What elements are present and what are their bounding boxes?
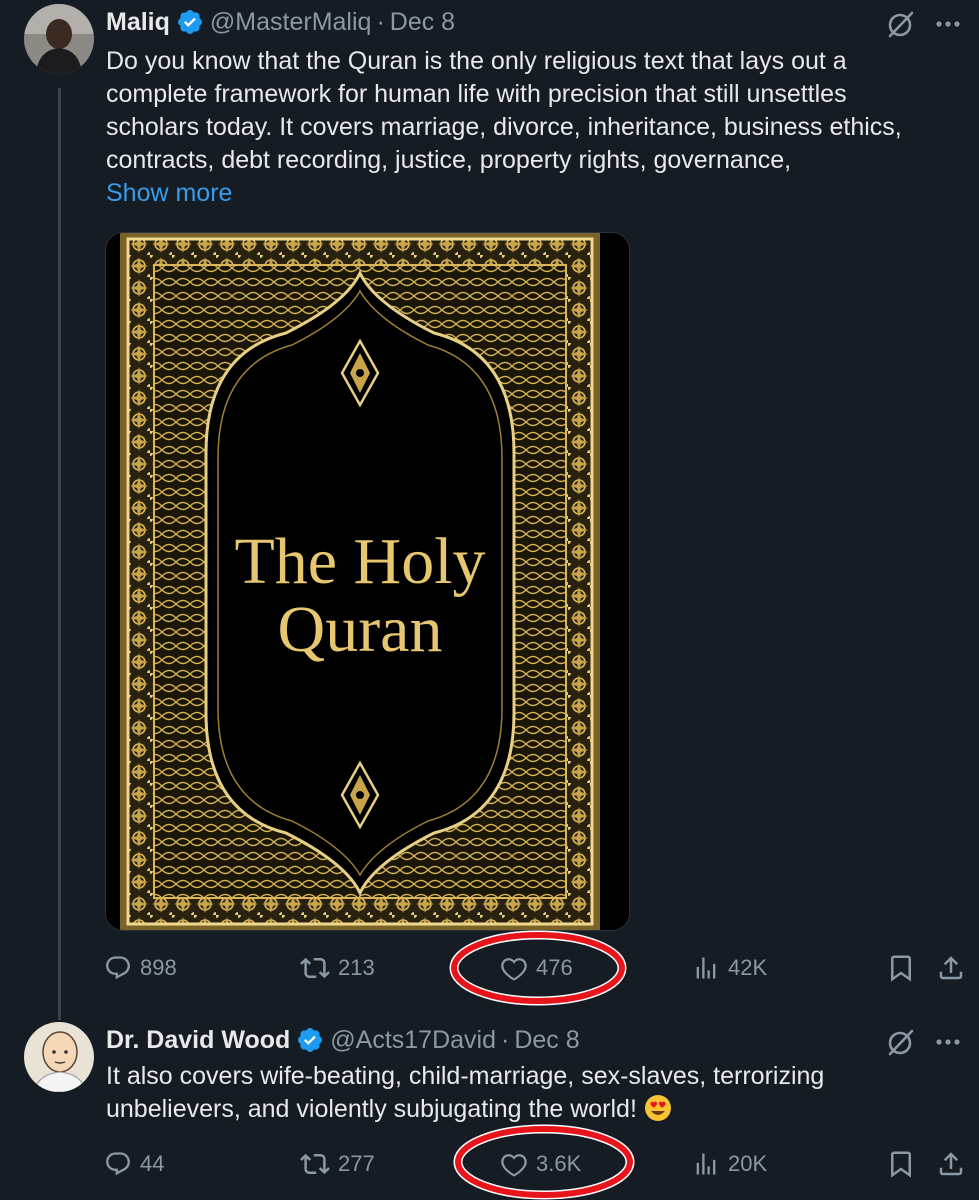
share-button[interactable] [936,946,966,990]
reply-count: 898 [140,955,177,980]
author-handle[interactable]: @Acts17David [330,1026,496,1055]
tweet-maliq[interactable]: Maliq @MasterMaliq · Dec 8 Do you know t… [0,0,979,1010]
tweet-david-wood[interactable]: Dr. David Wood @Acts17David · Dec 8 It a… [0,1010,979,1200]
reply-icon [106,1152,130,1176]
views-count: 20K [728,1151,768,1176]
tweet-header: Dr. David Wood @Acts17David · Dec 8 [106,1022,580,1058]
tweet-text-line: contracts, debt recording, justice, prop… [106,146,792,174]
tweet-text: Do you know that the Quran is the only r… [106,45,966,210]
repost-count: 213 [338,955,375,980]
more-icon[interactable] [933,9,963,39]
tweet-top-icons [885,1026,963,1058]
separator-dot: · [376,7,385,36]
tweet-text-line: complete framework for human life with p… [106,80,847,108]
author-name[interactable]: Maliq [106,8,170,37]
author-name[interactable]: Dr. David Wood [106,1026,290,1055]
tweet-date[interactable]: Dec 8 [390,8,455,37]
book-title-line1: The Holy [234,525,485,598]
bookmark-button[interactable] [886,946,916,990]
highlight-circle-likes [453,1124,635,1200]
book-title-line2: Quran [278,593,443,666]
tweet-text-line: unbelievers, and violently subjugating t… [106,1095,637,1123]
tweet-header: Maliq @MasterMaliq · Dec 8 [106,4,455,40]
grok-icon[interactable] [885,8,917,40]
tweet-text-line: scholars today. It covers marriage, divo… [106,113,902,141]
tweet-text-line: It also covers wife-beating, child-marri… [106,1062,825,1090]
avatar-maliq[interactable] [24,4,94,74]
views-count: 42K [728,955,768,980]
tweet-text-line: Do you know that the Quran is the only r… [106,47,847,75]
views-icon [696,957,716,979]
bookmark-button[interactable] [886,1142,916,1186]
views-icon [696,1153,716,1175]
share-icon [939,1152,963,1176]
verified-badge-icon [177,10,202,34]
repost-button[interactable]: 213 [300,946,375,990]
repost-button[interactable]: 277 [300,1142,375,1186]
views-button[interactable]: 20K [692,1142,767,1186]
share-button[interactable] [936,1142,966,1186]
author-handle[interactable]: @MasterMaliq [210,8,372,37]
more-icon[interactable] [933,1027,963,1057]
views-button[interactable]: 42K [692,946,767,990]
repost-icon [300,957,330,979]
repost-count: 277 [338,1151,375,1176]
tweet-top-icons [885,8,963,40]
separator-dot: · [501,1025,510,1054]
smiling-face-with-heart-eyes-icon [644,1095,671,1121]
grok-icon[interactable] [885,1026,917,1058]
reply-icon [106,956,130,980]
verified-badge-icon [298,1028,323,1052]
reply-button[interactable]: 44 [104,1142,164,1186]
tweet-media-image[interactable]: The Holy Quran [105,232,630,931]
tweet-text: It also covers wife-beating, child-marri… [106,1060,966,1126]
tweet-date[interactable]: Dec 8 [514,1026,579,1055]
reply-button[interactable]: 898 [104,946,177,990]
bookmark-icon [891,1151,911,1178]
bookmark-icon [891,955,911,982]
reply-count: 44 [140,1151,165,1176]
highlight-circle-likes [449,930,627,1006]
repost-icon [300,1153,330,1175]
avatar-david-wood[interactable] [24,1022,94,1092]
show-more-link[interactable]: Show more [106,177,966,210]
share-icon [939,956,963,980]
